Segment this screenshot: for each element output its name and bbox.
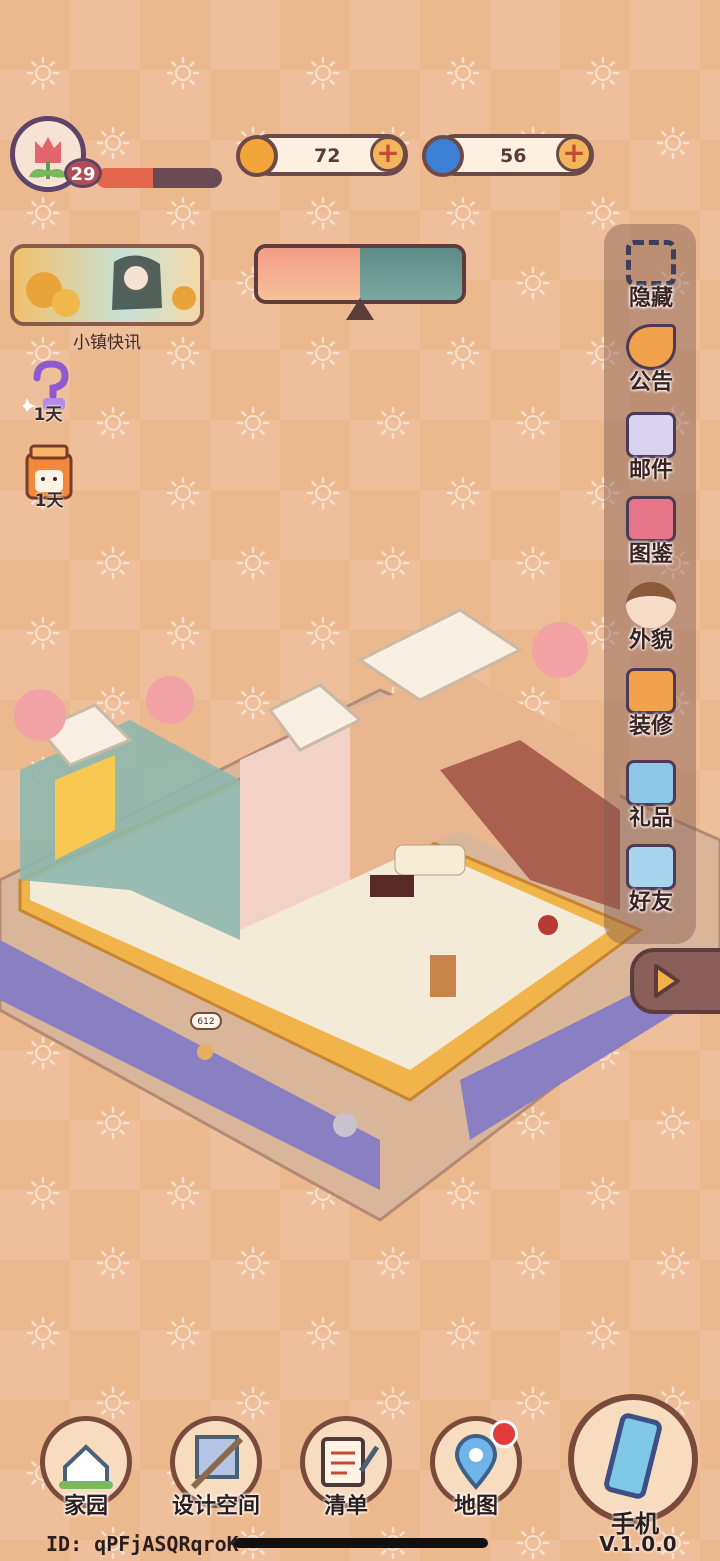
sidebar-item-announcement[interactable]: 公告 xyxy=(612,320,690,402)
gem-value: 56 xyxy=(500,145,527,167)
town-news-label: 小镇快讯 xyxy=(73,333,141,353)
nav-home[interactable]: 家园 xyxy=(38,1416,134,1519)
sun-decoration xyxy=(96,1386,130,1420)
home-indicator[interactable] xyxy=(234,1538,488,1548)
sun-decoration xyxy=(306,196,340,230)
sun-decoration xyxy=(376,1386,410,1420)
easel xyxy=(430,955,456,997)
coin-counter[interactable]: 72 + xyxy=(236,134,408,177)
sun-decoration xyxy=(96,546,130,580)
sidebar-item-label: 邮件 xyxy=(628,458,673,483)
sun-decoration xyxy=(656,126,690,160)
npc-cat[interactable] xyxy=(333,1113,357,1137)
sun-decoration xyxy=(236,1246,270,1280)
nav-checklist[interactable]: 清单 xyxy=(298,1416,394,1519)
coin-value: 72 xyxy=(314,145,341,167)
sidebar-item-label: 礼品 xyxy=(628,806,673,831)
sun-decoration xyxy=(656,1246,690,1280)
sun-decoration xyxy=(586,56,620,90)
version-label: V.1.0.0 xyxy=(599,1532,677,1556)
nav-design-space[interactable]: 设计空间 xyxy=(168,1416,264,1519)
mystery-event[interactable]: 1天 xyxy=(18,360,78,436)
sun-decoration xyxy=(96,126,130,160)
sidebar-item-catalog[interactable]: 图鉴 xyxy=(612,492,690,574)
sun-decoration xyxy=(586,1316,620,1350)
time-pointer xyxy=(346,298,374,320)
day-half xyxy=(258,248,360,300)
sun-decoration xyxy=(516,546,550,580)
sun-decoration xyxy=(306,1316,340,1350)
sun-decoration xyxy=(26,1316,60,1350)
user-id: ID: qPFjASQRqroK xyxy=(46,1532,239,1556)
level-badge: 29 xyxy=(64,158,102,188)
sun-decoration xyxy=(166,476,200,510)
xp-progress-fill xyxy=(96,168,153,188)
sidebar-item-label: 公告 xyxy=(628,370,673,395)
sun-decoration xyxy=(376,1246,410,1280)
window-roof-1 xyxy=(357,608,523,702)
sidebar-item-label: 外貌 xyxy=(628,628,673,653)
sidebar-item-appearance[interactable]: 外貌 xyxy=(612,578,690,660)
sun-decoration xyxy=(446,336,480,370)
expand-sidebar-button[interactable] xyxy=(630,948,720,1014)
xp-progress-bar xyxy=(96,168,222,188)
sun-decoration xyxy=(96,406,130,440)
pink-flower-cluster xyxy=(146,676,194,724)
sidebar-item-label: 装修 xyxy=(628,714,673,739)
coffee-table xyxy=(370,875,414,897)
sidebar-item-mail[interactable]: 邮件 xyxy=(612,408,690,490)
sun-decoration xyxy=(376,406,410,440)
sun-decoration xyxy=(516,406,550,440)
sun-decoration xyxy=(376,546,410,580)
sun-decoration xyxy=(446,476,480,510)
sun-decoration xyxy=(236,406,270,440)
day-night-cycle xyxy=(254,244,466,304)
milk-event[interactable]: 1天 xyxy=(20,444,78,520)
sidebar-item-label: 好友 xyxy=(628,890,673,915)
sun-decoration xyxy=(446,56,480,90)
play-arrow-icon xyxy=(654,964,680,998)
sun-decoration xyxy=(96,1246,130,1280)
sidebar-item-label: 图鉴 xyxy=(628,542,673,567)
sun-decoration xyxy=(306,476,340,510)
sun-decoration xyxy=(166,1316,200,1350)
sun-decoration xyxy=(516,1246,550,1280)
add-gems-button[interactable]: + xyxy=(556,136,592,172)
npc-speech-bubble: 612 xyxy=(190,1012,222,1030)
sun-decoration xyxy=(26,56,60,90)
nav-label: 设计空间 xyxy=(171,1494,260,1519)
sidebar-item-label: 隐藏 xyxy=(628,286,673,311)
sun-decoration xyxy=(446,196,480,230)
town-news-card[interactable] xyxy=(10,244,204,326)
pink-flower-cluster xyxy=(532,622,588,678)
sidebar-item-renovate[interactable]: 装修 xyxy=(612,664,690,746)
add-coins-button[interactable]: + xyxy=(370,136,406,172)
sun-decoration xyxy=(306,336,340,370)
sun-decoration xyxy=(26,196,60,230)
sun-decoration xyxy=(516,1526,550,1560)
sun-decoration xyxy=(236,546,270,580)
sun-decoration xyxy=(516,266,550,300)
npc-walker[interactable] xyxy=(197,1044,213,1060)
gold-coin-icon xyxy=(236,135,278,177)
character-red-hair[interactable] xyxy=(538,915,558,935)
sidebar-item-hide[interactable]: 隐藏 xyxy=(612,236,690,318)
blue-swirl-icon xyxy=(422,135,464,177)
sun-decoration xyxy=(516,1386,550,1420)
gem-counter[interactable]: 56 + xyxy=(422,134,594,177)
news-character-portrait xyxy=(26,255,196,317)
sidebar-item-gift[interactable]: 礼品 xyxy=(612,756,690,838)
map-notification-dot xyxy=(490,1420,518,1448)
sun-decoration xyxy=(166,56,200,90)
sun-decoration xyxy=(446,1316,480,1350)
night-half xyxy=(360,248,462,300)
sidebar-item-friends[interactable]: 好友 xyxy=(612,840,690,922)
sofa xyxy=(394,844,466,876)
sun-decoration xyxy=(236,1386,270,1420)
sun-decoration xyxy=(166,196,200,230)
pink-flower-cluster xyxy=(14,689,66,741)
sun-decoration xyxy=(306,56,340,90)
